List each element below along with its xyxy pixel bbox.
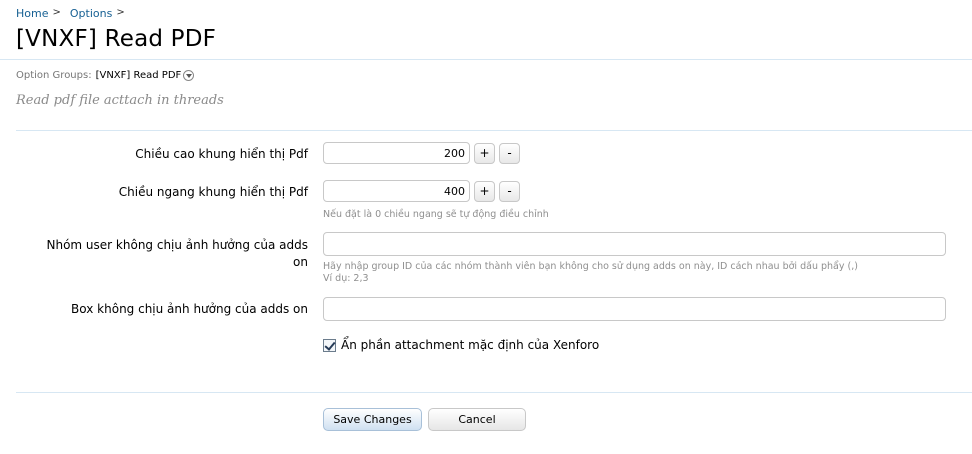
option-groups-label: Option Groups:: [16, 70, 92, 81]
width-decrement-button[interactable]: -: [499, 181, 520, 202]
width-label: Chiều ngang khung hiển thị Pdf: [118, 185, 308, 199]
cancel-button[interactable]: Cancel: [428, 408, 526, 431]
save-changes-button[interactable]: Save Changes: [323, 408, 422, 431]
excluded-groups-label-line1: Nhóm user không chịu ảnh hưởng của adds: [46, 238, 309, 252]
chevron-down-circle-icon[interactable]: [183, 70, 195, 81]
form-divider-bottom: [16, 392, 972, 393]
form-divider-top: [16, 130, 972, 131]
width-hint: Nếu đặt là 0 chiều ngang sẽ tự động điều…: [323, 209, 549, 220]
hide-attachment-label[interactable]: Ẩn phần attachment mặc định của Xenforo: [341, 338, 599, 352]
height-decrement-button[interactable]: -: [499, 143, 520, 164]
page-title: [VNXF] Read PDF: [16, 26, 217, 52]
excluded-groups-hint-line2: Ví dụ: 2,3: [323, 273, 369, 284]
breadcrumb-separator: >: [52, 7, 61, 18]
height-label: Chiều cao khung hiển thị Pdf: [135, 147, 308, 161]
breadcrumb-home[interactable]: Home: [16, 7, 48, 20]
excluded-groups-hint-line1: Hãy nhập group ID của các nhóm thành viê…: [323, 261, 858, 272]
option-groups-value[interactable]: [VNXF] Read PDF: [96, 70, 182, 81]
excluded-boxes-label: Box không chịu ảnh hưởng của adds on: [71, 302, 308, 316]
breadcrumb-separator: >: [116, 7, 125, 18]
height-increment-button[interactable]: +: [474, 143, 495, 164]
breadcrumb: Home > Options >: [16, 7, 134, 20]
hide-attachment-checkbox[interactable]: [323, 339, 336, 352]
height-input[interactable]: [323, 142, 470, 164]
page-description: Read pdf file acttach in threads: [16, 93, 224, 108]
title-divider: [0, 59, 972, 60]
excluded-groups-label: Nhóm user không chịu ảnh hưởng của adds …: [47, 237, 309, 271]
excluded-groups-input[interactable]: [323, 232, 946, 256]
breadcrumb-options[interactable]: Options: [70, 7, 112, 20]
width-input[interactable]: [323, 180, 470, 202]
width-increment-button[interactable]: +: [474, 181, 495, 202]
excluded-groups-hint: Hãy nhập group ID của các nhóm thành viê…: [323, 261, 858, 285]
excluded-groups-label-line2: on: [293, 255, 308, 269]
option-groups: Option Groups: [VNXF] Read PDF: [16, 70, 195, 81]
excluded-boxes-input[interactable]: [323, 297, 946, 321]
